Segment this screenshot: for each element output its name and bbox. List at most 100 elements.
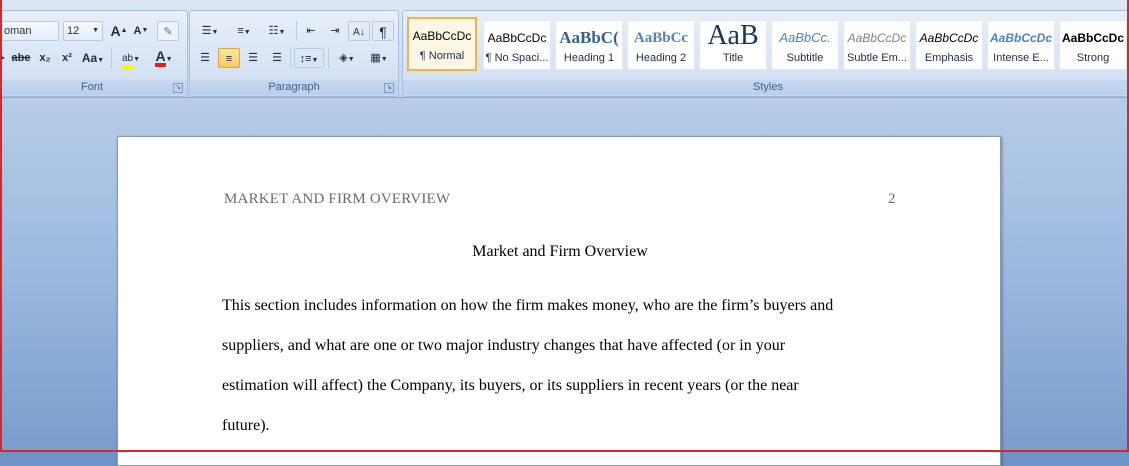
separator <box>290 48 291 68</box>
superscript-button[interactable]: x² <box>57 48 77 68</box>
chevron-down-icon: ▼ <box>211 29 219 36</box>
chevron-down-icon: ▼ <box>278 29 286 36</box>
dialog-launcher-icon[interactable]: ↘ <box>384 83 394 93</box>
chevron-down-icon: ▼ <box>380 56 388 63</box>
change-case-button[interactable]: Aa▼ <box>79 48 107 68</box>
grow-font-label: A <box>110 23 121 39</box>
style-sample: AaBbCcDc <box>1061 31 1124 45</box>
style-name: Intense E... <box>993 52 1049 64</box>
document-title[interactable]: Market and Firm Overview <box>118 243 1002 261</box>
style-subtle-emphasis[interactable]: AaBbCcDc Subtle Em... <box>843 20 911 70</box>
style-name: Strong <box>1076 52 1110 64</box>
eraser-icon: ✎ <box>163 26 173 38</box>
paint-bucket-icon: ◈ <box>339 52 348 64</box>
highlight-label: ab <box>121 53 134 64</box>
running-header[interactable]: MARKET AND FIRM OVERVIEW <box>224 191 450 208</box>
increase-indent-button[interactable]: ⇥ <box>324 21 346 41</box>
style-sample: AaBbCc <box>633 30 689 46</box>
font-size-value: 12 <box>67 25 80 37</box>
separator <box>328 48 329 68</box>
body-line[interactable]: This section includes information on how… <box>222 297 833 315</box>
styles-group-label: Styles <box>403 80 1129 95</box>
body-line[interactable]: suppliers, and what are one or two major… <box>222 337 785 355</box>
font-color-label: A <box>155 48 166 64</box>
sort-button[interactable]: A↓ <box>348 21 370 41</box>
style-sample: AaBbC( <box>559 28 619 47</box>
style-name: ¶ No Spaci... <box>485 52 549 64</box>
subscript-button[interactable]: x₂ <box>35 48 55 68</box>
style-name: Title <box>722 52 744 64</box>
separator <box>111 48 112 68</box>
borders-button[interactable]: ▦▼ <box>364 48 394 68</box>
style-sample: AaBbCc. <box>779 30 831 45</box>
superscript-label: x² <box>62 52 72 64</box>
increase-indent-icon: ⇥ <box>330 25 340 37</box>
shrink-font-label: A <box>133 25 142 37</box>
chevron-down-icon: ▼ <box>165 56 173 63</box>
show-hide-button[interactable]: ¶ <box>372 21 394 41</box>
style-title[interactable]: AaB Title <box>699 20 767 70</box>
subscript-label: x₂ <box>39 52 51 64</box>
caret-up-icon: ▲ <box>120 27 128 34</box>
font-name-box[interactable]: oman <box>1 21 59 41</box>
justify-button[interactable]: ☰ <box>266 48 288 68</box>
style-normal[interactable]: AaBbCcDc ¶ Normal <box>407 17 477 71</box>
multilevel-list-button[interactable]: ☷▼ <box>262 21 292 41</box>
strikethrough-button[interactable]: abe <box>9 48 33 68</box>
style-name: Emphasis <box>924 52 974 64</box>
align-center-button[interactable]: ≡ <box>218 48 240 68</box>
style-name: Heading 2 <box>635 52 687 64</box>
align-center-icon: ≡ <box>225 53 233 65</box>
page-number[interactable]: 2 <box>888 191 896 208</box>
grow-font-button[interactable]: A▲ <box>109 21 129 41</box>
shading-button[interactable]: ◈▼ <box>332 48 362 68</box>
clear-formatting-button[interactable]: ✎ <box>157 21 179 41</box>
document-page[interactable]: MARKET AND FIRM OVERVIEW 2 Market and Fi… <box>117 136 1001 466</box>
highlight-button[interactable]: ab ▼ <box>115 48 147 69</box>
line-spacing-button[interactable]: ↕≡▼ <box>294 48 324 68</box>
bullet-list-icon: ☰ <box>201 25 212 37</box>
font-size-box[interactable]: 12 ▼ <box>63 21 103 41</box>
numbering-button[interactable]: ≡▼ <box>228 21 260 41</box>
chevron-down-icon: ▼ <box>311 57 319 64</box>
style-emphasis[interactable]: AaBbCcDc Emphasis <box>915 20 983 70</box>
separator <box>296 21 297 41</box>
bullets-button[interactable]: ☰▼ <box>194 21 226 41</box>
change-case-label: Aa <box>81 51 98 65</box>
style-strong[interactable]: AaBbCcDc Strong <box>1059 20 1127 70</box>
chevron-down-icon: ▼ <box>92 27 99 34</box>
align-right-icon: ☰ <box>248 52 258 64</box>
line-spacing-icon: ↕≡ <box>299 53 312 65</box>
decrease-indent-button[interactable]: ⇤ <box>300 21 322 41</box>
chevron-down-icon: ▼ <box>133 56 141 63</box>
align-left-button[interactable]: ☰ <box>194 48 216 68</box>
style-name: Subtle Em... <box>847 52 907 64</box>
document-workspace[interactable]: MARKET AND FIRM OVERVIEW 2 Market and Fi… <box>0 98 1129 466</box>
font-group-label: Font <box>0 80 187 95</box>
align-right-button[interactable]: ☰ <box>242 48 264 68</box>
style-subtitle[interactable]: AaBbCc. Subtitle <box>771 20 839 70</box>
dialog-launcher-icon[interactable]: ↘ <box>173 83 183 93</box>
borders-icon: ▦ <box>370 52 381 64</box>
caret-down-icon: ▼ <box>141 27 149 34</box>
decrease-indent-icon: ⇤ <box>306 25 316 37</box>
body-line[interactable]: estimation will affect) the Company, its… <box>222 377 799 395</box>
style-sample: AaBbCcDc <box>412 29 472 43</box>
font-name-value: oman <box>4 25 32 37</box>
style-heading-2[interactable]: AaBbCc Heading 2 <box>627 20 695 70</box>
styles-group: AaBbCcDc ¶ Normal AaBbCcDc ¶ No Spaci...… <box>402 10 1129 97</box>
style-intense-emphasis[interactable]: AaBbCcDc Intense E... <box>987 20 1055 70</box>
font-color-icon: A <box>155 48 166 67</box>
justify-icon: ☰ <box>272 52 282 64</box>
style-sample: AaBbCcDc <box>487 31 547 45</box>
strikethrough-label: abe <box>11 52 31 64</box>
font-color-button[interactable]: A ▼ <box>149 48 179 68</box>
body-line[interactable]: future). <box>222 417 270 435</box>
style-sample: AaBbCcDc <box>847 31 907 45</box>
chevron-down-icon: ▼ <box>347 56 355 63</box>
shrink-font-button[interactable]: A▼ <box>131 21 151 41</box>
paragraph-group-label: Paragraph <box>190 80 398 95</box>
style-heading-1[interactable]: AaBbC( Heading 1 <box>555 20 623 70</box>
chevron-down-icon: ▼ <box>97 57 105 64</box>
style-no-spacing[interactable]: AaBbCcDc ¶ No Spaci... <box>483 20 551 70</box>
